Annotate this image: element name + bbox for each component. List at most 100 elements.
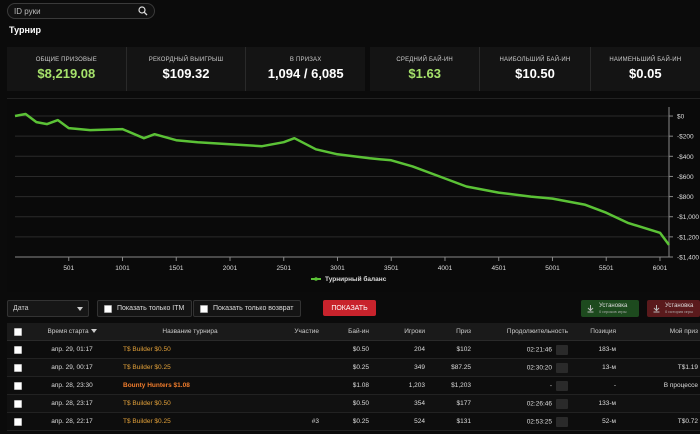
row-duration-value: - [549, 382, 552, 390]
row-start-time: апр. 29, 01:17 [51, 346, 93, 353]
header-name[interactable]: Название турнира [115, 328, 265, 335]
stat-min-buyin: НАИМЕНЬШИЙ БАЙ-ИН $0.05 [591, 47, 700, 91]
replay-icon[interactable] [556, 416, 568, 427]
row-duration-value: 02:21:46 [526, 346, 552, 354]
legend-label: Турнирный баланс [325, 275, 387, 283]
row-select-cell [7, 363, 29, 372]
table-row[interactable]: апр. 28, 23:17 T$ Builder $0.50 $0.50 354 $1… [7, 395, 700, 413]
header-position[interactable]: Позиция [568, 328, 616, 335]
row-my-prize: В процессе [663, 382, 698, 389]
row-players: 204 [414, 346, 425, 353]
table-row[interactable]: апр. 28, 22:17 T$ Builder $0.25 #3 $0.25 524… [7, 413, 700, 431]
stat-label: РЕКОРДНЫЙ ВЫИГРЫШ [148, 57, 224, 63]
row-players: 354 [414, 400, 425, 407]
download-icon [653, 305, 660, 313]
itm-only-label: Показать только ITM [117, 305, 185, 312]
itm-only-toggle[interactable]: Показать только ITM [97, 300, 192, 317]
row-checkbox[interactable] [14, 363, 22, 372]
row-start-time: апр. 28, 22:17 [51, 418, 93, 425]
search-box[interactable] [7, 3, 155, 19]
row-position: 183-м [598, 346, 616, 353]
replay-icon[interactable] [556, 398, 568, 409]
row-duration-value: 02:53:25 [526, 418, 552, 426]
x-tick-label: 1501 [169, 265, 184, 272]
header-my-prize[interactable]: Мой приз [616, 328, 700, 335]
header-duration[interactable]: Продолжительность [471, 328, 568, 335]
row-tournament-name[interactable]: T$ Builder $0.50 [115, 346, 265, 353]
replay-icon[interactable] [556, 362, 568, 373]
y-tick-label: $0 [677, 114, 685, 121]
row-select-cell [7, 345, 29, 354]
install-players-button[interactable]: Установка 0 игроков игры [581, 300, 639, 317]
x-tick-label: 4501 [491, 265, 506, 272]
search-icon[interactable] [138, 6, 148, 16]
table-header: Время старта Название турнира Участие Ба… [7, 323, 700, 341]
filter-bar: Дата Показать только ITM Показать только… [7, 300, 700, 318]
y-tick-label: -$1,000 [677, 214, 699, 221]
row-duration-value: 02:26:46 [526, 400, 552, 408]
row-checkbox[interactable] [14, 345, 22, 354]
row-buyin: $1.08 [352, 382, 369, 389]
row-tournament-name[interactable]: Bounty Hunters $1.08 [115, 382, 265, 389]
search-input[interactable] [14, 6, 138, 16]
y-tick-label: -$600 [677, 174, 694, 181]
row-duration: 02:21:46 [471, 344, 568, 355]
replay-icon[interactable] [556, 380, 568, 391]
page-title: Турнир [9, 25, 42, 35]
y-tick-label: -$200 [677, 134, 694, 141]
row-start-time: апр. 28, 23:17 [51, 400, 93, 407]
y-tick-label: -$1,400 [677, 255, 699, 262]
x-tick-label: 3501 [384, 265, 399, 272]
header-start-time[interactable]: Время старта [29, 328, 115, 335]
header-participation[interactable]: Участие [265, 328, 325, 335]
refund-only-toggle[interactable]: Показать только возврат [193, 300, 301, 317]
checkbox[interactable] [200, 304, 208, 313]
date-select[interactable]: Дата [7, 300, 89, 317]
row-tournament-name[interactable]: T$ Builder $0.25 [115, 364, 265, 371]
row-my-prize: T$0.72 [677, 418, 698, 425]
stat-record-win: РЕКОРДНЫЙ ВЫИГРЫШ $109.32 [127, 47, 247, 91]
install-history-button[interactable]: Установка 0 история игры [647, 300, 700, 317]
select-all-checkbox[interactable] [14, 327, 22, 336]
refund-only-label: Показать только возврат [213, 305, 294, 312]
row-duration: - [471, 380, 568, 391]
x-tick-label: 2001 [223, 265, 238, 272]
row-participation: #3 [311, 418, 319, 425]
stat-value: $1.63 [408, 66, 441, 81]
row-tournament-name[interactable]: T$ Builder $0.50 [115, 400, 265, 407]
table-row[interactable]: апр. 28, 23:30 Bounty Hunters $1.08 $1.08 1… [7, 377, 700, 395]
row-prize: $177 [456, 400, 471, 407]
header-buyin[interactable]: Бай-ин [325, 328, 369, 335]
table-body: апр. 29, 01:17 T$ Builder $0.50 $0.50 204 $1… [7, 341, 700, 431]
row-prize: $102 [456, 346, 471, 353]
row-checkbox[interactable] [14, 417, 22, 426]
table-row[interactable]: апр. 29, 00:17 T$ Builder $0.25 $0.25 349 $8… [7, 359, 700, 377]
table-row[interactable]: апр. 29, 01:17 T$ Builder $0.50 $0.50 204 $1… [7, 341, 700, 359]
tournaments-table: Время старта Название турнира Участие Ба… [7, 323, 700, 431]
stat-value: $109.32 [162, 66, 210, 81]
replay-icon[interactable] [556, 344, 568, 355]
chevron-down-icon [77, 306, 83, 311]
row-duration-value: 02:30:20 [526, 364, 552, 372]
header-prize[interactable]: Приз [425, 328, 471, 335]
row-prize: $87.25 [451, 364, 471, 371]
y-tick-label: -$800 [677, 194, 694, 201]
stat-label: НАИБОЛЬШИЙ БАЙ-ИН [499, 57, 571, 63]
stat-value: $8,219.08 [37, 66, 96, 81]
y-tick-label: -$400 [677, 154, 694, 161]
stat-label: В ПРИЗАХ [289, 57, 322, 63]
row-checkbox[interactable] [14, 381, 22, 390]
row-tournament-name[interactable]: T$ Builder $0.25 [115, 418, 265, 425]
row-my-prize: T$1.19 [677, 364, 698, 371]
stat-label: НАИМЕНЬШИЙ БАЙ-ИН [609, 57, 682, 63]
header-start-time-label: Время старта [47, 328, 89, 335]
row-checkbox[interactable] [14, 399, 22, 408]
checkbox[interactable] [104, 304, 112, 313]
stat-value: $0.05 [629, 66, 662, 81]
header-players[interactable]: Игроки [369, 328, 425, 335]
row-players: 524 [414, 418, 425, 425]
stat-in-prizes: В ПРИЗАХ 1,094 / 6,085 [246, 47, 365, 91]
x-tick-label: 2501 [277, 265, 292, 272]
row-position: 13-м [602, 364, 616, 371]
show-button[interactable]: ПОКАЗАТЬ [323, 300, 376, 316]
